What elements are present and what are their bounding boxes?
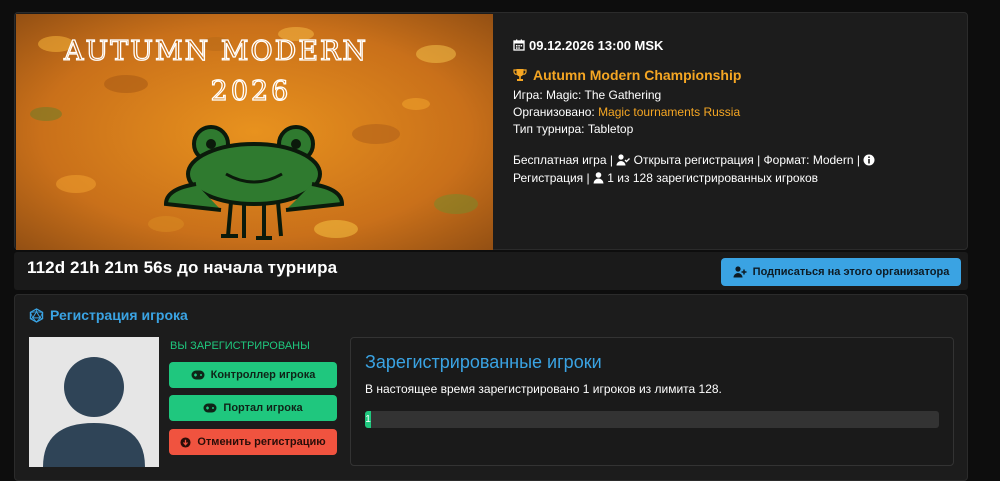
organizer-label: Организовано: (513, 105, 595, 119)
registration-progress-bar: 1 (365, 411, 939, 428)
info-icon[interactable] (863, 154, 875, 166)
date-text: 09.12.2026 13:00 MSK (529, 37, 664, 53)
tournament-date: 09.12.2026 13:00 MSK (513, 37, 953, 53)
cancel-registration-button[interactable]: Отменить регистрацию (169, 429, 337, 455)
registered-players-panel: Зарегистрированные игроки В настоящее вр… (350, 337, 954, 466)
player-portal-button[interactable]: Портал игрока (169, 395, 337, 421)
countdown-bar: 112d 21h 21m 56s до начала турнира Подпи… (14, 252, 968, 290)
avatar-placeholder-icon (29, 337, 159, 467)
follow-organizer-button[interactable]: Подписаться на этого организатора (721, 258, 961, 286)
type-value: Tabletop (587, 122, 634, 136)
game-label: Игра: (513, 88, 543, 102)
organizer-row: Организовано: Magic tournaments Russia (513, 104, 953, 121)
arrow-circle-down-icon (180, 436, 191, 448)
registration-heading: Регистрация игрока (29, 307, 188, 323)
format-label: Формат: Modern (763, 153, 854, 167)
countdown-timer: 112d 21h 21m 56s до начала турнира (27, 258, 338, 277)
player-controller-label: Контроллер игрока (210, 369, 316, 381)
gamepad-icon (203, 403, 217, 413)
players-count-label: 1 из 128 зарегистрированных игроков (607, 171, 819, 185)
registered-players-text: В настоящее время зарегистрировано 1 игр… (365, 382, 722, 396)
tournament-meta: Бесплатная игра | Открыта регистрация | … (513, 151, 953, 187)
separator: | (753, 153, 764, 167)
banner-title-line2: 2026 (211, 76, 292, 107)
tournament-name: Autumn Modern Championship (533, 66, 742, 83)
gamepad-icon (191, 370, 205, 380)
game-row: Игра: Magic: The Gathering (513, 87, 953, 104)
trophy-icon (513, 69, 527, 81)
separator: | (606, 153, 617, 167)
calendar-icon (513, 39, 525, 51)
separator: | (583, 171, 593, 185)
registered-players-title: Зарегистрированные игроки (365, 352, 602, 372)
tournament-banner: AUTUMN MODERN 2026 (16, 14, 493, 250)
user-icon (593, 172, 604, 184)
player-registration-card: Регистрация игрока ВЫ ЗАРЕГИСТРИРОВАНЫ К… (14, 294, 968, 481)
type-row: Тип турнира: Tabletop (513, 121, 953, 138)
tournament-title[interactable]: Autumn Modern Championship (513, 65, 953, 85)
organizer-link[interactable]: Magic tournaments Russia (598, 105, 740, 119)
follow-organizer-label: Подписаться на этого организатора (752, 266, 950, 278)
user-plus-icon (733, 266, 747, 278)
separator: | (853, 153, 864, 167)
cancel-registration-label: Отменить регистрацию (197, 436, 326, 448)
banner-title-line1: AUTUMN MODERN (63, 36, 368, 67)
registration-label: Регистрация (513, 171, 584, 185)
registration-progress-label: 1 (365, 414, 371, 425)
player-portal-label: Портал игрока (223, 402, 303, 414)
registration-open-label: Открыта регистрация (633, 153, 754, 167)
tournament-info: 09.12.2026 13:00 MSK Autumn Modern Champ… (513, 37, 953, 187)
registration-heading-text: Регистрация игрока (50, 307, 188, 323)
type-label: Тип турнира: (513, 122, 585, 136)
free-game-label: Бесплатная игра (513, 153, 607, 167)
avatar (29, 337, 159, 467)
registration-status: ВЫ ЗАРЕГИСТРИРОВАНЫ (170, 340, 310, 352)
tournament-card: AUTUMN MODERN 2026 09.12.2026 13:00 MSK … (14, 12, 968, 250)
banner-image: AUTUMN MODERN 2026 (16, 14, 493, 250)
player-controller-button[interactable]: Контроллер игрока (169, 362, 337, 388)
d20-dice-icon (29, 307, 44, 323)
registration-progress-fill: 1 (365, 411, 371, 428)
game-value: Magic: The Gathering (546, 88, 662, 102)
user-check-icon (616, 154, 631, 166)
